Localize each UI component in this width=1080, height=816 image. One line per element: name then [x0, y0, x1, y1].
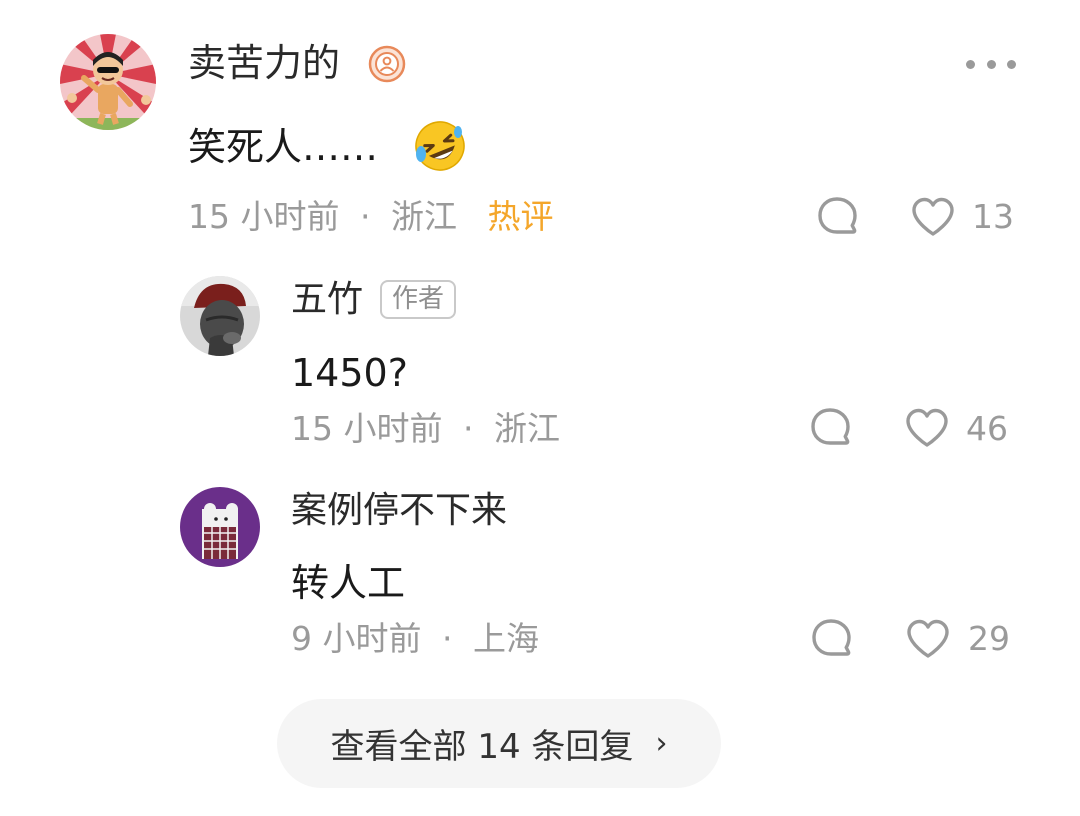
comment-username[interactable]: 卖苦力的: [188, 44, 340, 82]
comment-time: 15 小时前: [188, 197, 340, 236]
meta-separator: ·: [442, 619, 453, 658]
reply-icon[interactable]: [810, 618, 854, 660]
comment-meta: 15 小时前 · 浙江 热评: [188, 200, 553, 233]
hot-comment-label: 热评: [487, 197, 554, 236]
like-count: 29: [968, 619, 1010, 658]
user-badge-icon: [368, 45, 406, 83]
reply-meta: 9 小时前 · 上海: [291, 622, 539, 655]
meta-separator: ·: [359, 197, 371, 236]
avatar-reply-2[interactable]: [180, 487, 260, 567]
reply-location: 浙江: [493, 409, 560, 448]
rolling-laughing-emoji: [412, 118, 468, 174]
avatar-reply-1[interactable]: [180, 276, 260, 356]
reply-text: 转人工: [291, 561, 406, 605]
more-options-button[interactable]: [966, 56, 1016, 72]
like-heart-icon[interactable]: [904, 407, 950, 449]
chevron-right-icon: ›: [655, 726, 668, 761]
author-tag: 作者: [380, 280, 457, 319]
view-all-label: 查看全部 14 条回复: [330, 727, 634, 767]
like-heart-icon[interactable]: [910, 196, 956, 238]
reply-text: 1450?: [291, 351, 408, 395]
reply-icon[interactable]: [809, 407, 853, 449]
view-all-replies-button[interactable]: 查看全部 14 条回复 ›: [277, 699, 721, 788]
comment-text: 笑死人……: [188, 125, 379, 169]
meta-separator: ·: [462, 409, 474, 448]
reply-meta: 15 小时前 · 浙江: [291, 412, 560, 445]
like-heart-icon[interactable]: [905, 618, 951, 660]
reply-username[interactable]: 案例停不下来: [291, 493, 507, 529]
comment-location: 浙江: [390, 197, 457, 236]
more-dot: [966, 59, 975, 69]
more-dot: [986, 59, 996, 69]
reply-username[interactable]: 五竹: [291, 282, 363, 318]
like-count: 13: [972, 197, 1014, 236]
more-dot: [1007, 59, 1016, 69]
reply-time: 15 小时前: [291, 409, 443, 448]
reply-location: 上海: [473, 619, 539, 658]
like-count: 46: [966, 409, 1008, 448]
reply-icon[interactable]: [816, 196, 860, 238]
avatar-main[interactable]: [60, 34, 156, 130]
reply-time: 9 小时前: [291, 619, 422, 658]
